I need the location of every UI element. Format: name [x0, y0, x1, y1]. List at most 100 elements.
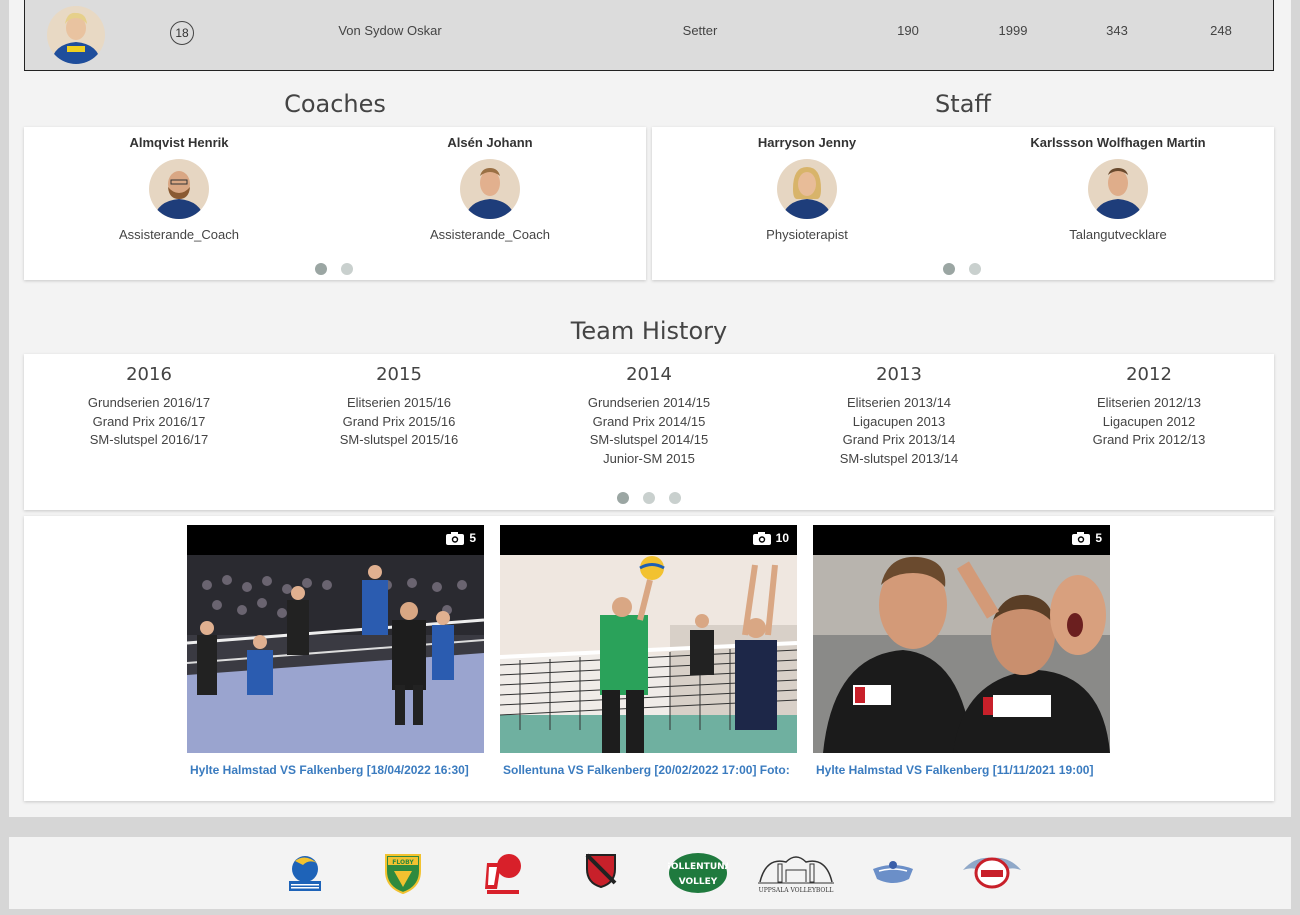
gallery-count: 5 [469, 531, 476, 545]
team-history-title: Team History [570, 317, 728, 345]
history-competition[interactable]: Grundserien 2016/17 [24, 394, 274, 413]
staff-name: Harryson Jenny [757, 135, 857, 150]
club-wings-logo[interactable] [871, 859, 915, 894]
sollentuna-logo-bottom-text: VOLLEY [679, 877, 718, 887]
history-year: 2012 Elitserien 2012/13 Ligacupen 2012 G… [1024, 364, 1274, 450]
history-year-label: 2016 [126, 364, 172, 385]
carousel-dot[interactable] [643, 492, 655, 504]
camera-icon [752, 531, 771, 545]
club-shield-logo[interactable] [585, 853, 617, 894]
player-height: 190 [897, 23, 919, 38]
gallery-photo[interactable] [187, 525, 484, 753]
uppsala-volleyboll-logo[interactable]: UPPSALA VOLLEYBOLL [756, 852, 836, 899]
jersey-number: 18 [170, 21, 194, 45]
history-pagination [617, 492, 681, 504]
carousel-dot[interactable] [969, 263, 981, 275]
staff-role: Talangutvecklare [1069, 227, 1167, 242]
coach-photo [149, 159, 209, 219]
history-competition[interactable]: Grand Prix 2012/13 [1024, 431, 1274, 450]
gallery-card[interactable]: 5 Hylte Halmstad VS Falkenberg [11/11/20… [813, 525, 1110, 793]
gallery-photo[interactable] [813, 525, 1110, 753]
carousel-dot[interactable] [669, 492, 681, 504]
gallery-count: 5 [1095, 531, 1102, 545]
history-year-label: 2013 [876, 364, 922, 385]
staff-pagination [943, 263, 981, 275]
history-competition[interactable]: Grundserien 2014/15 [524, 394, 774, 413]
gallery-link[interactable]: Hylte Halmstad VS Falkenberg [11/11/2021… [813, 763, 1110, 777]
team-history-carousel: 2016 Grundserien 2016/17 Grand Prix 2016… [24, 354, 1274, 510]
sollentuna-volley-logo[interactable]: SOLLENTUNA VOLLEY [664, 852, 732, 899]
sollentuna-logo-top-text: SOLLENTUNA [668, 862, 728, 872]
history-year: 2014 Grundserien 2014/15 Grand Prix 2014… [524, 364, 774, 469]
gallery-count: 10 [775, 531, 789, 545]
staff-card[interactable]: Harryson Jenny Physioterapist [667, 135, 947, 242]
coach-card[interactable]: Alsén Johann Assisterande_Coach [350, 135, 630, 242]
gallery-card[interactable]: 5 Hylte Halmstad VS Falkenberg [18/04/20… [187, 525, 484, 793]
history-year: 2016 Grundserien 2016/17 Grand Prix 2016… [24, 364, 274, 450]
uppsala-logo-text: UPPSALA VOLLEYBOLL [759, 887, 834, 894]
history-competition[interactable]: SM-slutspel 2016/17 [24, 431, 274, 450]
coaches-title: Coaches [284, 90, 386, 118]
coach-card[interactable]: Almqvist Henrik Assisterande_Coach [39, 135, 319, 242]
player-stat-1: 343 [1106, 23, 1128, 38]
history-competition[interactable]: Elitserien 2015/16 [274, 394, 524, 413]
history-competition[interactable]: Ligacupen 2012 [1024, 413, 1274, 432]
staff-photo [1088, 159, 1148, 219]
staff-card[interactable]: Karlssson Wolfhagen Martin Talangutveckl… [978, 135, 1258, 242]
staff-carousel: Harryson Jenny Physioterapist Karlssson … [652, 127, 1274, 280]
coach-role: Assisterande_Coach [119, 227, 239, 242]
player-born: 1999 [998, 23, 1028, 38]
gallery-link[interactable]: Sollentuna VS Falkenberg [20/02/2022 17:… [500, 763, 797, 777]
main-content: 18 Von Sydow Oskar Setter 190 1999 343 2… [9, 0, 1291, 817]
staff-title: Staff [935, 90, 991, 118]
carousel-dot[interactable] [341, 263, 353, 275]
camera-icon [446, 531, 465, 545]
club-logos-footer: FLOBY SOLLENTUNA VOLLEY UPP [9, 837, 1291, 909]
history-year-label: 2012 [1126, 364, 1172, 385]
history-competition[interactable]: SM-slutspel 2014/15 [524, 431, 774, 450]
gallery-section: 5 Hylte Halmstad VS Falkenberg [18/04/20… [24, 516, 1274, 801]
player-row[interactable]: 18 Von Sydow Oskar Setter 190 1999 343 2… [24, 0, 1274, 71]
carousel-dot[interactable] [617, 492, 629, 504]
gallery-photo-count: 5 [1072, 531, 1102, 545]
history-competition[interactable]: Grand Prix 2016/17 [24, 413, 274, 432]
floby-logo-text: FLOBY [392, 859, 414, 866]
gallery-photo-count: 5 [446, 531, 476, 545]
club-eagle-logo[interactable] [961, 852, 1023, 899]
history-year-label: 2014 [626, 364, 672, 385]
coach-name: Almqvist Henrik [129, 135, 229, 150]
history-competition[interactable]: Ligacupen 2013 [774, 413, 1024, 432]
history-competition[interactable]: Grand Prix 2013/14 [774, 431, 1024, 450]
history-competition[interactable]: Elitserien 2013/14 [774, 394, 1024, 413]
coach-photo [460, 159, 520, 219]
gallery-photo-count: 10 [752, 531, 789, 545]
staff-name: Karlssson Wolfhagen Martin [1030, 135, 1206, 150]
coach-name: Alsén Johann [447, 135, 533, 150]
carousel-dot[interactable] [943, 263, 955, 275]
falkenberg-logo[interactable] [287, 853, 323, 900]
history-competition[interactable]: Grand Prix 2014/15 [524, 413, 774, 432]
gallery-link[interactable]: Hylte Halmstad VS Falkenberg [18/04/2022… [187, 763, 484, 777]
floby-logo[interactable]: FLOBY [384, 853, 422, 900]
history-year-label: 2015 [376, 364, 422, 385]
coaches-pagination [315, 263, 353, 275]
camera-icon [1072, 531, 1091, 545]
coaches-carousel: Almqvist Henrik Assisterande_Coach Alsén… [24, 127, 646, 280]
history-competition[interactable]: SM-slutspel 2015/16 [274, 431, 524, 450]
staff-role: Physioterapist [766, 227, 848, 242]
habo-volley-logo[interactable] [483, 853, 523, 900]
history-year: 2015 Elitserien 2015/16 Grand Prix 2015/… [274, 364, 524, 450]
gallery-card[interactable]: 10 Sollentuna VS Falkenberg [20/02/2022 … [500, 525, 797, 793]
history-competition[interactable]: Grand Prix 2015/16 [274, 413, 524, 432]
player-avatar [47, 6, 105, 64]
history-competition[interactable]: Junior-SM 2015 [524, 450, 774, 469]
history-competition[interactable]: SM-slutspel 2013/14 [774, 450, 1024, 469]
gallery-photo[interactable] [500, 525, 797, 753]
carousel-dot[interactable] [315, 263, 327, 275]
staff-photo [777, 159, 837, 219]
player-stat-2: 248 [1210, 23, 1232, 38]
coach-role: Assisterande_Coach [430, 227, 550, 242]
history-year: 2013 Elitserien 2013/14 Ligacupen 2013 G… [774, 364, 1024, 469]
history-competition[interactable]: Elitserien 2012/13 [1024, 394, 1274, 413]
player-name: Von Sydow Oskar [338, 23, 442, 38]
